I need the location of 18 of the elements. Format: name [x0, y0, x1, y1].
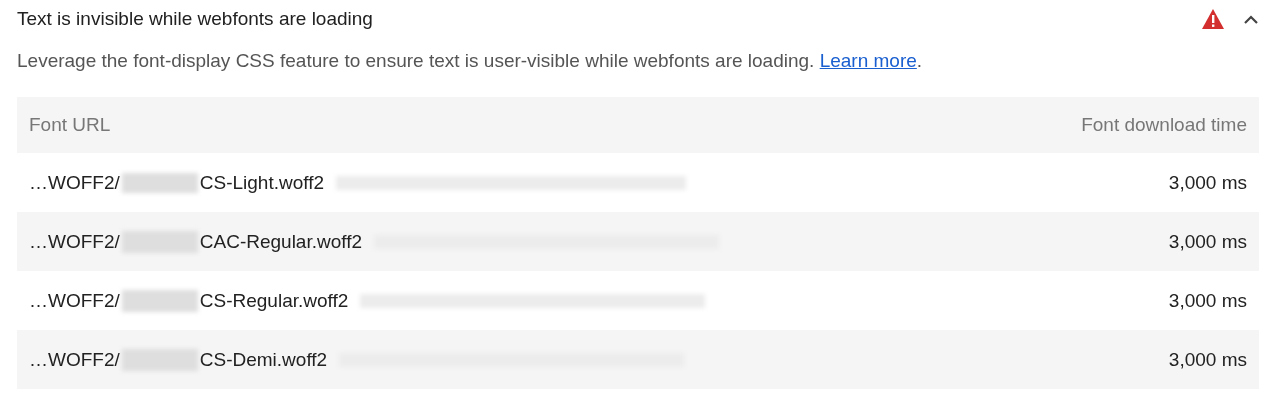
- font-url-prefix: …WOFF2/: [29, 230, 120, 253]
- audit-description: Leverage the font-display CSS feature to ensure text is user-visible while webfonts are loading. Learn more.: [17, 49, 924, 73]
- learn-more-link[interactable]: Learn more: [819, 50, 917, 71]
- download-time: 3,000 ms: [1168, 171, 1247, 194]
- font-file-name: CS-Regular.woff2: [199, 289, 349, 312]
- column-header: Font URL: [29, 114, 111, 136]
- font-file-name: CS-Light.woff2: [199, 171, 325, 194]
- audit-title: Text is invisible while webfonts are loading: [17, 8, 374, 30]
- font-file-name: CS-Demi.woff2: [199, 348, 328, 371]
- download-time: 3,000 ms: [1168, 289, 1247, 312]
- font-url-prefix: …WOFF2/: [29, 289, 120, 312]
- font-url-prefix: …WOFF2/: [29, 171, 120, 194]
- font-file-name: CAC-Regular.woff2: [199, 230, 363, 253]
- download-time: 3,000 ms: [1168, 230, 1247, 253]
- font-url-prefix: …WOFF2/: [29, 348, 120, 371]
- download-time: 3,000 ms: [1168, 348, 1247, 371]
- chevron-up-icon[interactable]: [1243, 14, 1259, 24]
- column-header: Font download time: [1081, 114, 1247, 136]
